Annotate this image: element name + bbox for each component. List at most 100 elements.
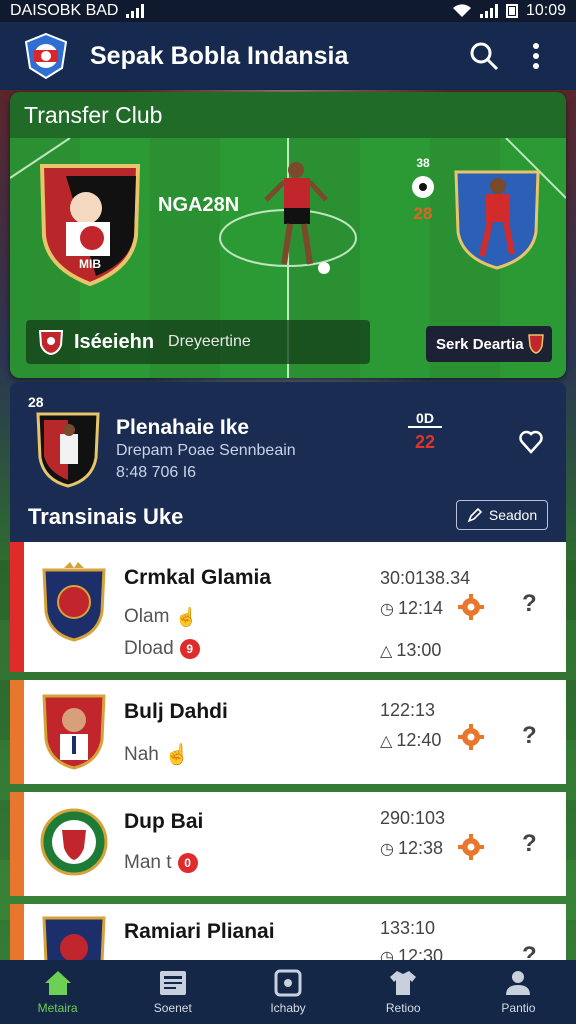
list-item[interactable]: Crmkal Glamia Olam ☝ Dload 9 30:0138.34 … — [10, 542, 566, 672]
ball-icon — [412, 176, 434, 198]
item-time-top: 290:103 — [380, 808, 446, 828]
item-title: Bulj Dahdi — [124, 700, 228, 723]
nav-item-shirt[interactable]: Retioo — [346, 960, 461, 1024]
club-name: Iséeiehn — [74, 330, 155, 353]
item-time-top: 30:0138.34 — [380, 568, 471, 588]
nav-item-profile[interactable]: Pantio — [461, 960, 576, 1024]
item-time-top: 122:13 — [380, 700, 436, 720]
club-info-pill[interactable]: Iséeiehn Dreyeertine — [26, 320, 370, 364]
item-title: Crmkal Glamia — [124, 566, 272, 589]
nav-label: Metaira — [37, 1001, 78, 1015]
item-time-bot: △ 13:00 — [380, 640, 441, 661]
nav-item-news[interactable]: Soenet — [115, 960, 230, 1024]
search-button[interactable] — [462, 34, 506, 78]
person-icon — [506, 971, 531, 995]
app-bar: Sepak Bobla Indansia — [0, 22, 576, 90]
clock-icon: ◷ — [380, 840, 394, 858]
item-time-bot-text: 13:00 — [396, 640, 442, 660]
section-action-label: Seadon — [488, 507, 538, 523]
bottom-nav: Metaira Soenet Ichaby Retioo Pantio — [0, 960, 576, 1024]
search-icon — [470, 42, 499, 71]
item-time-mid-text: 12:14 — [397, 598, 444, 618]
transfer-club-card[interactable]: Transfer Club MIB NGA28N 38 28 Iséeiehn … — [10, 92, 566, 378]
list-item[interactable]: Bulj Dahdi Nah ☝ 122:13 △ 12:40 ? — [10, 680, 566, 784]
card-header: Transfer Club — [10, 92, 566, 138]
cell-signal-icon — [479, 4, 498, 18]
help-icon[interactable]: ? — [522, 942, 537, 960]
featured-score: 0D 22 — [408, 410, 442, 453]
item-time-mid: ◷ 12:14 — [380, 598, 443, 619]
featured-player-panel[interactable]: 28 Plenahaie Ike Drepam Poae Sennbeain 8… — [10, 382, 566, 542]
carrier-label: DAISOBK BAD — [10, 2, 119, 19]
score-box: 38 28 — [408, 156, 438, 224]
help-icon[interactable]: ? — [522, 722, 537, 750]
signal-icon — [126, 4, 145, 18]
player-figure — [264, 162, 330, 274]
item-line2-text: Olam — [124, 606, 170, 627]
item-title: Dup Bai — [124, 810, 204, 833]
item-line3-text: Dload — [124, 638, 174, 659]
nav-label: Pantio — [501, 1001, 536, 1015]
alert-icon: △ — [380, 732, 393, 750]
accent-bar — [10, 542, 24, 672]
alert-icon: △ — [380, 642, 393, 660]
section-action-button[interactable]: Seadon — [456, 500, 548, 530]
settings-gear-icon[interactable] — [458, 724, 484, 750]
featured-club-crest — [36, 412, 100, 488]
club-crest-icon — [40, 808, 108, 876]
club-crest-icon — [42, 916, 106, 960]
favorite-pin-icon[interactable] — [518, 428, 544, 454]
settings-gear-icon[interactable] — [458, 834, 484, 860]
edit-icon — [467, 507, 482, 523]
nav-label: Ichaby — [270, 1001, 306, 1015]
more-menu-button[interactable] — [514, 34, 558, 78]
nav-item-square[interactable]: Ichaby — [230, 960, 345, 1024]
item-time-mid: ◷ 12:30 — [380, 946, 443, 960]
help-icon[interactable]: ? — [522, 830, 537, 858]
list-item[interactable]: Dup Bai Man t 0 290:103 ◷ 12:38 ? — [10, 792, 566, 896]
list-item[interactable]: Ramiari Plianai 133:10 ◷ 12:30 ? — [10, 904, 566, 960]
accent-bar — [10, 904, 24, 960]
shield-icon — [528, 334, 544, 354]
accent-bar — [10, 680, 24, 784]
nav-label: Retioo — [385, 1001, 421, 1015]
item-time-mid: △ 12:40 — [380, 730, 441, 751]
thumb-icon: ☝ — [164, 744, 190, 766]
settings-gear-icon[interactable] — [458, 594, 484, 620]
crest-text: MIB — [79, 257, 101, 271]
search-club-button[interactable]: Serk Deartia — [426, 326, 552, 362]
clock-icon: ◷ — [380, 948, 394, 961]
item-line2: Man t 0 — [124, 852, 198, 874]
score-top: 38 — [416, 156, 430, 170]
clock-icon: ◷ — [380, 600, 394, 618]
featured-meta: 8:48 706 I6 — [116, 464, 197, 481]
club-crest-left: MIB — [39, 164, 141, 287]
item-line2: Nah ☝ — [124, 742, 190, 767]
featured-name: Plenahaie Ike — [116, 416, 250, 439]
wifi-icon — [452, 4, 471, 18]
status-bar: DAISOBK BAD 10:09 — [0, 0, 576, 22]
nav-item-home[interactable]: Metaira — [0, 960, 115, 1024]
club-badge-icon — [38, 330, 64, 355]
square-icon — [274, 969, 302, 997]
featured-score-b: 22 — [414, 432, 436, 452]
nav-label: Soenet — [153, 1001, 192, 1015]
count-badge: 0 — [177, 853, 198, 873]
item-line3: Dload 9 — [124, 638, 200, 660]
count-badge: 9 — [179, 639, 200, 659]
score-value: 28 — [413, 204, 433, 223]
app-logo — [18, 28, 74, 84]
help-icon[interactable]: ? — [522, 590, 537, 618]
item-line2-text: Man t — [124, 852, 172, 873]
club-crest-icon — [42, 562, 106, 642]
item-time-mid-text: 12:40 — [396, 730, 442, 750]
section-title: Transinais Uke — [28, 504, 184, 529]
item-time-mid-text: 12:38 — [397, 838, 444, 858]
item-line2: Olam ☝ — [124, 606, 198, 628]
item-line2-text: Nah — [124, 743, 159, 765]
battery-icon — [505, 4, 518, 18]
player-name: NGA28N — [158, 194, 240, 216]
app-title: Sepak Bobla Indansia — [90, 41, 349, 70]
clock: 10:09 — [525, 2, 566, 19]
featured-tiny-label: 28 — [28, 394, 44, 410]
